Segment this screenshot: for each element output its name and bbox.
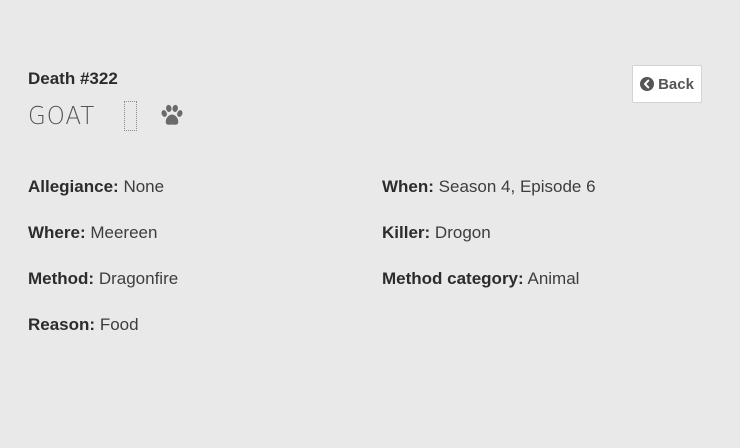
title-row: GOAT: [28, 98, 185, 134]
killer-label: Killer:: [382, 223, 431, 242]
killer-field: Killer: Drogon: [382, 223, 491, 243]
where-field: Where: Meereen: [28, 223, 157, 243]
method-label: Method:: [28, 269, 95, 288]
method-field: Method: Dragonfire: [28, 269, 178, 289]
killer-value: Drogon: [434, 223, 491, 242]
allegiance-value: None: [123, 177, 165, 196]
method-value: Dragonfire: [98, 269, 179, 288]
when-field: When: Season 4, Episode 6: [382, 177, 596, 197]
missing-glyph-icon: [124, 101, 138, 131]
reason-value: Food: [99, 315, 139, 334]
when-value: Season 4, Episode 6: [438, 177, 596, 196]
where-value: Meereen: [90, 223, 158, 242]
where-label: Where:: [28, 223, 86, 242]
chevron-circle-left-icon: [640, 77, 655, 91]
allegiance-field: Allegiance: None: [28, 177, 164, 197]
method-category-value: Animal: [527, 269, 580, 288]
method-category-field: Method category: Animal: [382, 269, 579, 289]
reason-field: Reason: Food: [28, 315, 139, 335]
back-button[interactable]: Back: [632, 65, 702, 103]
method-category-label: Method category:: [382, 269, 524, 288]
when-label: When:: [382, 177, 434, 196]
back-button-label: Back: [658, 75, 694, 93]
paw-icon: [159, 103, 185, 129]
victim-name: GOAT: [28, 101, 96, 130]
death-number: Death #322: [28, 69, 118, 88]
allegiance-label: Allegiance:: [28, 177, 119, 196]
reason-label: Reason:: [28, 315, 96, 334]
